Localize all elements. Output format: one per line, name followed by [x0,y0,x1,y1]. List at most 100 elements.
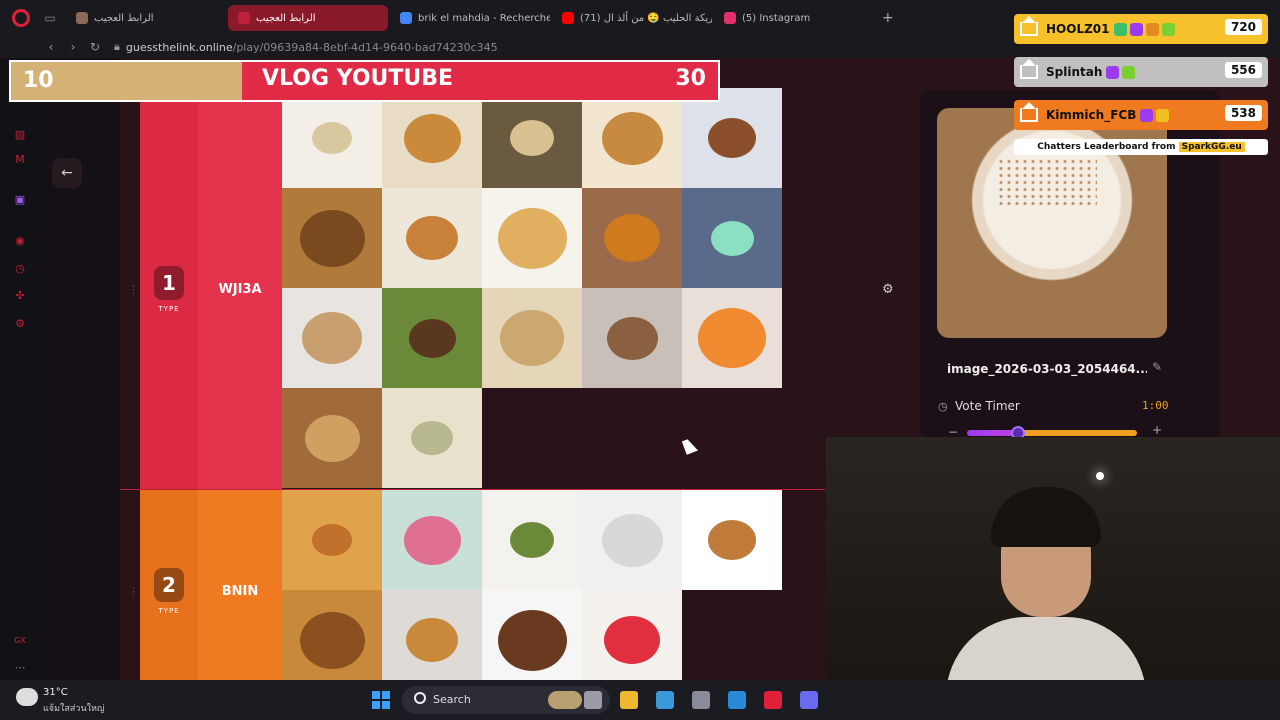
tier-item-image[interactable] [382,490,482,590]
tier-item-image[interactable] [482,288,582,388]
badge-icon [1145,22,1159,36]
tier-item-image[interactable] [682,490,782,590]
dessert-shape [601,111,663,165]
dessert-shape [302,312,362,364]
tier-item-image[interactable] [282,490,382,590]
tab-islands-icon[interactable]: ▭ [40,11,60,25]
taskbar-app-icon[interactable] [692,691,710,709]
chatter-name: Splintah [1046,65,1103,79]
tier-item-image[interactable] [682,188,782,288]
taskbar-app-icon[interactable] [548,691,582,709]
timer-icon: ◷ [938,400,948,413]
weather-icon[interactable] [16,688,38,706]
chatter-score: 720 [1224,19,1262,35]
gx-icon[interactable]: GX [13,634,27,648]
new-tab-button[interactable]: + [882,10,894,26]
browser-tab[interactable]: brik el mahdia - Recherche [390,5,550,31]
taskbar-app-icon[interactable] [728,691,746,709]
forward-icon[interactable]: › [62,40,84,54]
taskbar-app-icon[interactable] [800,691,818,709]
tab-label: الرابط العجيب [256,12,316,24]
tier-item-image[interactable] [382,388,482,488]
taskbar-app-icon[interactable] [620,691,638,709]
dessert-shape [698,308,766,368]
tier-item-grid [282,88,782,488]
vote-timer-slider[interactable] [967,430,1137,436]
twitch-icon[interactable]: ▣ [13,193,27,207]
aria-icon[interactable]: ▨ [13,128,27,142]
tier-item-image[interactable] [382,288,482,388]
tier-item-image[interactable] [282,590,382,690]
dessert-shape [710,220,754,256]
browser-tab[interactable]: الرابط العجيب [66,5,226,31]
tier-item-image[interactable] [482,88,582,188]
tier-item-image[interactable] [282,388,382,488]
tab-favicon-icon [400,12,412,24]
tab-favicon-icon [76,12,88,24]
more-icon[interactable]: ⋯ [13,661,27,675]
tier-item-image[interactable] [582,188,682,288]
tier-item-image[interactable] [482,590,582,690]
browser-tab[interactable]: (71) بريكة الحليب 🤤 من ألذ ال [552,5,712,31]
chatter-badges [1113,22,1178,36]
messenger-icon[interactable]: M [13,153,27,167]
settings-sidebar-icon[interactable]: ⚙ [13,317,27,331]
windows-start-icon[interactable] [372,691,390,709]
tier-item-image[interactable] [582,490,682,590]
tier-item-image[interactable] [382,590,482,690]
tab-favicon-icon [724,12,736,24]
dessert-shape [601,513,663,567]
vote-timer-value: 1:00 [1142,399,1169,412]
gear-icon[interactable]: ⚙ [882,282,894,297]
taskbar-app-icon[interactable] [656,691,674,709]
weather-description[interactable]: แจ้มใสส่วนใหญ่ [43,701,105,715]
score-title-bar: VLOG YOUTUBE 30 [242,62,718,100]
tier-item-image[interactable] [482,490,582,590]
pencil-icon[interactable]: ✎ [1152,360,1162,374]
vote-timer-label: Vote Timer [955,399,1020,413]
tier-type-label: TYPE [158,305,180,313]
player-icon[interactable]: ◉ [13,234,27,248]
lock-icon[interactable]: 🔒︎ [114,40,120,54]
tier-item-image[interactable] [282,188,382,288]
plus-icon[interactable]: + [1152,423,1162,437]
tab-label: (5) Instagram [742,12,811,24]
tier-item-image[interactable] [482,188,582,288]
tier-item-image[interactable] [282,88,382,188]
dessert-shape [411,421,453,455]
arrow-left-icon: ← [61,165,73,181]
tier-item-image[interactable] [582,590,682,690]
dessert-shape [406,216,458,260]
url-field[interactable]: guessthelink.online/play/09639a84-8ebf-4… [126,41,498,54]
tier-type-label: TYPE [158,607,180,615]
tier-item-image[interactable] [682,288,782,388]
tier-item-image[interactable] [382,88,482,188]
dessert-shape [500,310,564,366]
tier-item-image[interactable] [582,288,682,388]
browser-tab[interactable]: الرابط العجيب [228,5,388,31]
history-icon[interactable]: ◷ [13,262,27,276]
cinnamon-topping [997,158,1097,208]
extensions-icon[interactable]: ✣ [13,289,27,303]
tier-item-image[interactable] [682,88,782,188]
browser-tab[interactable]: (5) Instagram [714,5,874,31]
dessert-shape [299,611,365,669]
chatter-score: 556 [1224,62,1262,78]
dessert-shape [299,209,365,267]
taskbar-app-icon[interactable] [764,691,782,709]
webcam-feed [826,437,1280,680]
crown-icon [1020,59,1038,79]
reload-icon[interactable]: ↻ [84,40,106,54]
crown-icon [1020,102,1038,122]
opera-logo-icon[interactable] [12,9,30,27]
back-icon[interactable]: ‹ [40,40,62,54]
taskbar-app-icon[interactable] [584,691,602,709]
tier-item-image[interactable] [282,288,382,388]
windows-taskbar: 31°C แจ้มใสส่วนใหญ่ Search [0,680,1280,720]
weather-temp[interactable]: 31°C [43,687,68,698]
tier-item-image[interactable] [582,88,682,188]
search-icon [414,692,426,704]
page-back-button[interactable]: ← [52,158,82,188]
tier-item-image[interactable] [382,188,482,288]
dessert-shape [606,316,658,360]
